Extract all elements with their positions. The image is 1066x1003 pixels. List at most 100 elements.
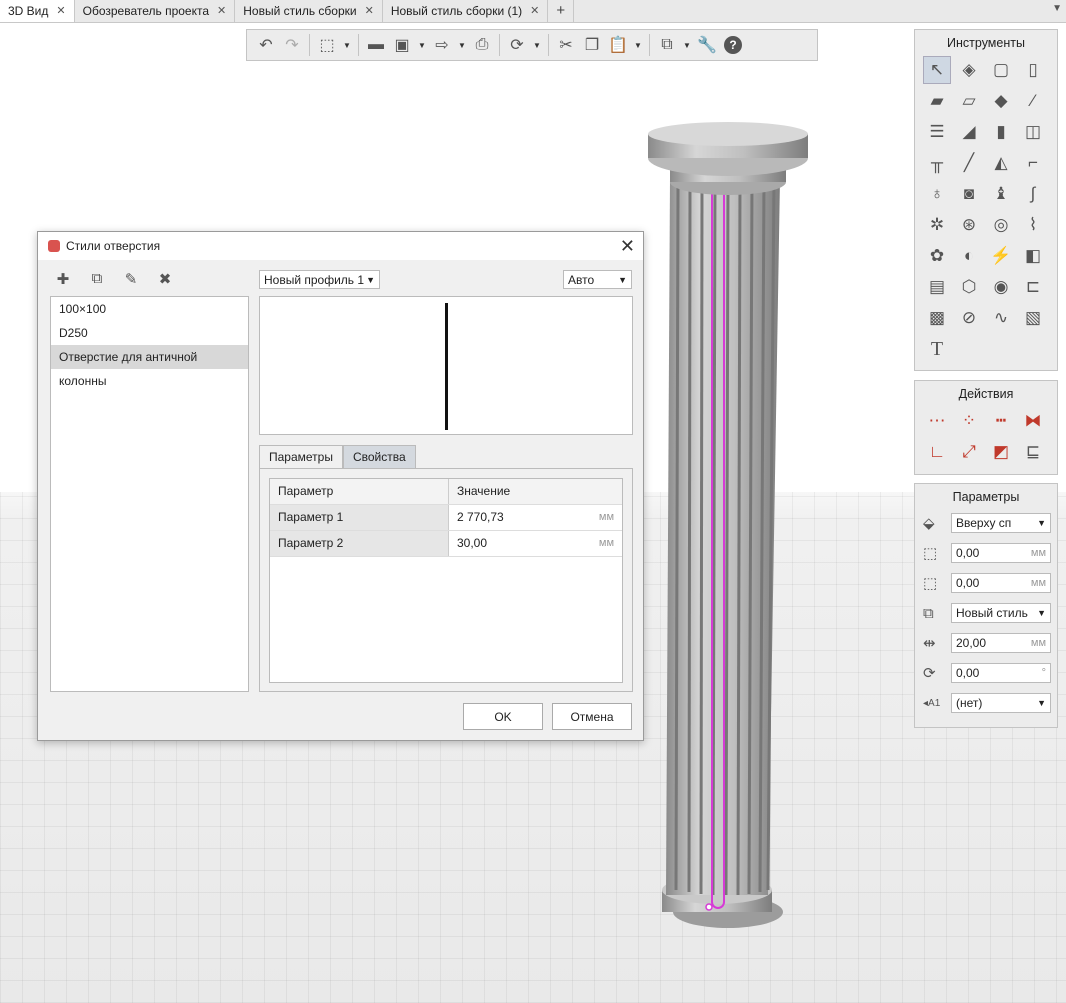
save-icon[interactable]: ▣ <box>389 32 415 58</box>
projection-icon[interactable]: ⊑ <box>1019 438 1047 466</box>
shapes-icon[interactable]: ◈ <box>955 56 983 84</box>
panel-icon[interactable]: ◧ <box>1019 242 1047 270</box>
object-icon[interactable]: ◭ <box>987 149 1015 177</box>
floor-icon[interactable]: ▱ <box>955 87 983 115</box>
opening-icon[interactable]: ⊏ <box>1019 273 1047 301</box>
align-select[interactable]: Вверху сп ▼ <box>951 513 1051 533</box>
curve-icon[interactable]: ∿ <box>987 304 1015 332</box>
stretch-icon[interactable]: ⤢ <box>955 438 983 466</box>
tab-parameters[interactable]: Параметры <box>259 445 343 469</box>
chevron-down-icon[interactable]: ▼ <box>340 32 354 58</box>
equipment-icon[interactable]: ✿ <box>923 242 951 270</box>
cabinet-icon[interactable]: ▤ <box>923 273 951 301</box>
align-icon[interactable]: ◩ <box>987 438 1015 466</box>
offset-y-input[interactable]: 0,00 мм <box>951 573 1051 593</box>
fitting-icon[interactable]: ⌇ <box>1019 211 1047 239</box>
beam-icon[interactable]: ⁄ <box>1019 87 1047 115</box>
add-tab-button[interactable]: + <box>548 0 575 22</box>
array-icon[interactable]: ⁘ <box>955 407 983 435</box>
open-folder-icon[interactable]: ▬ <box>363 32 389 58</box>
export-icon[interactable]: ⇨ <box>429 32 455 58</box>
slab-icon[interactable]: ▰ <box>923 87 951 115</box>
rotate-icon[interactable]: ∟ <box>923 438 951 466</box>
offset-x-input[interactable]: 0,00 мм <box>951 543 1051 563</box>
cancel-button[interactable]: Отмена <box>552 703 632 730</box>
camera-icon[interactable]: ◉ <box>987 273 1015 301</box>
ramp-icon[interactable]: ◢ <box>955 118 983 146</box>
view-3d-icon[interactable]: ⬚ <box>314 32 340 58</box>
profile-select[interactable]: Новый профиль 1 ▼ <box>259 270 380 289</box>
edit-pencil-icon[interactable]: ✎ <box>122 270 140 288</box>
delete-icon[interactable]: ✖ <box>156 270 174 288</box>
close-icon[interactable]: ✕ <box>217 0 226 22</box>
line-icon[interactable]: ╱ <box>955 149 983 177</box>
print-icon[interactable]: ⎙ <box>469 32 495 58</box>
plumbing-icon[interactable]: ♁ <box>923 180 951 208</box>
label-select[interactable]: (нет) ▼ <box>951 693 1051 713</box>
move-icon[interactable]: ⋯ <box>923 407 951 435</box>
select-pointer-icon[interactable]: ↖ <box>923 56 951 84</box>
profile-icon[interactable]: ⌐ <box>1019 149 1047 177</box>
style-select[interactable]: Новый стиль ▼ <box>951 603 1051 623</box>
help-icon[interactable]: ? <box>720 32 746 58</box>
dimension-icon[interactable]: ⊘ <box>955 304 983 332</box>
list-item[interactable]: Отверстие для античной колонны <box>51 345 248 388</box>
chevron-down-icon[interactable]: ▼ <box>680 32 694 58</box>
paste-icon[interactable]: 📋 <box>605 32 631 58</box>
chevron-down-icon[interactable]: ▼ <box>455 32 469 58</box>
image-icon[interactable]: ▩ <box>923 304 951 332</box>
chevron-down-icon[interactable]: ▼ <box>415 32 429 58</box>
param-value-cell[interactable]: 30,00 мм <box>449 531 622 556</box>
redo-icon[interactable]: ↷ <box>279 32 305 58</box>
duplicate-icon[interactable]: ⧉ <box>88 270 106 288</box>
close-icon[interactable]: ✕ <box>365 0 374 22</box>
duct-icon[interactable]: ◎ <box>987 211 1015 239</box>
tab-properties[interactable]: Свойства <box>342 445 416 469</box>
antique-column-model[interactable] <box>640 120 815 935</box>
list-item[interactable]: 100×100 <box>51 297 248 321</box>
layers-icon[interactable]: ⧉ <box>654 32 680 58</box>
close-icon[interactable]: ✕ <box>56 0 65 22</box>
tab-project-browser[interactable]: Обозреватель проекта ✕ <box>74 0 236 22</box>
mirror-icon[interactable]: ⧓ <box>1019 407 1047 435</box>
polyhedron-icon[interactable]: ⬡ <box>955 273 983 301</box>
chevron-down-icon[interactable]: ▼ <box>631 32 645 58</box>
tab-3d-view[interactable]: 3D Вид ✕ <box>0 0 75 22</box>
list-item[interactable]: D250 <box>51 321 248 345</box>
chevron-down-icon[interactable]: ▼ <box>530 32 544 58</box>
window-icon[interactable]: ◫ <box>1019 118 1047 146</box>
cut-icon[interactable]: ✂ <box>553 32 579 58</box>
rotation-input[interactable]: 0,00 ° <box>951 663 1051 683</box>
tab-list-dropdown-icon[interactable]: ▼ <box>1052 3 1062 14</box>
copy-icon[interactable]: ❐ <box>579 32 605 58</box>
column-icon[interactable]: ▯ <box>1019 56 1047 84</box>
railing-icon[interactable]: ╥ <box>923 149 951 177</box>
close-icon[interactable]: ✕ <box>530 0 539 22</box>
door-icon[interactable]: ▮ <box>987 118 1015 146</box>
light-icon[interactable]: ◐ <box>955 242 983 270</box>
ok-button[interactable]: OK <box>463 703 543 730</box>
table-row[interactable]: Параметр 2 30,00 мм <box>270 531 622 557</box>
text-tool-icon[interactable]: T <box>923 335 951 363</box>
pipe-icon[interactable]: ∫ <box>1019 180 1047 208</box>
add-icon[interactable]: ✚ <box>54 270 72 288</box>
tab-assembly-style-1[interactable]: Новый стиль сборки (1) ✕ <box>382 0 549 22</box>
param-value-cell[interactable]: 2 770,73 мм <box>449 505 622 530</box>
mode-select[interactable]: Авто ▼ <box>563 270 632 289</box>
tab-assembly-style[interactable]: Новый стиль сборки ✕ <box>235 0 383 22</box>
wall-icon[interactable]: ▢ <box>987 56 1015 84</box>
roof-icon[interactable]: ◆ <box>987 87 1015 115</box>
undo-icon[interactable]: ↶ <box>253 32 279 58</box>
hvac-icon[interactable]: ✲ <box>923 211 951 239</box>
sync-icon[interactable]: ⟳ <box>504 32 530 58</box>
appliance-icon[interactable]: ◙ <box>955 180 983 208</box>
settings-wrench-icon[interactable]: 🔧 <box>694 32 720 58</box>
width-input[interactable]: 20,00 мм <box>951 633 1051 653</box>
hatch-icon[interactable]: ▧ <box>1019 304 1047 332</box>
table-row[interactable]: Параметр 1 2 770,73 мм <box>270 505 622 531</box>
stairs-icon[interactable]: ☰ <box>923 118 951 146</box>
close-icon[interactable]: ✕ <box>620 236 635 257</box>
distribute-icon[interactable]: ┅ <box>987 407 1015 435</box>
electrical-icon[interactable]: ⚡ <box>987 242 1015 270</box>
fan-icon[interactable]: ⊛ <box>955 211 983 239</box>
